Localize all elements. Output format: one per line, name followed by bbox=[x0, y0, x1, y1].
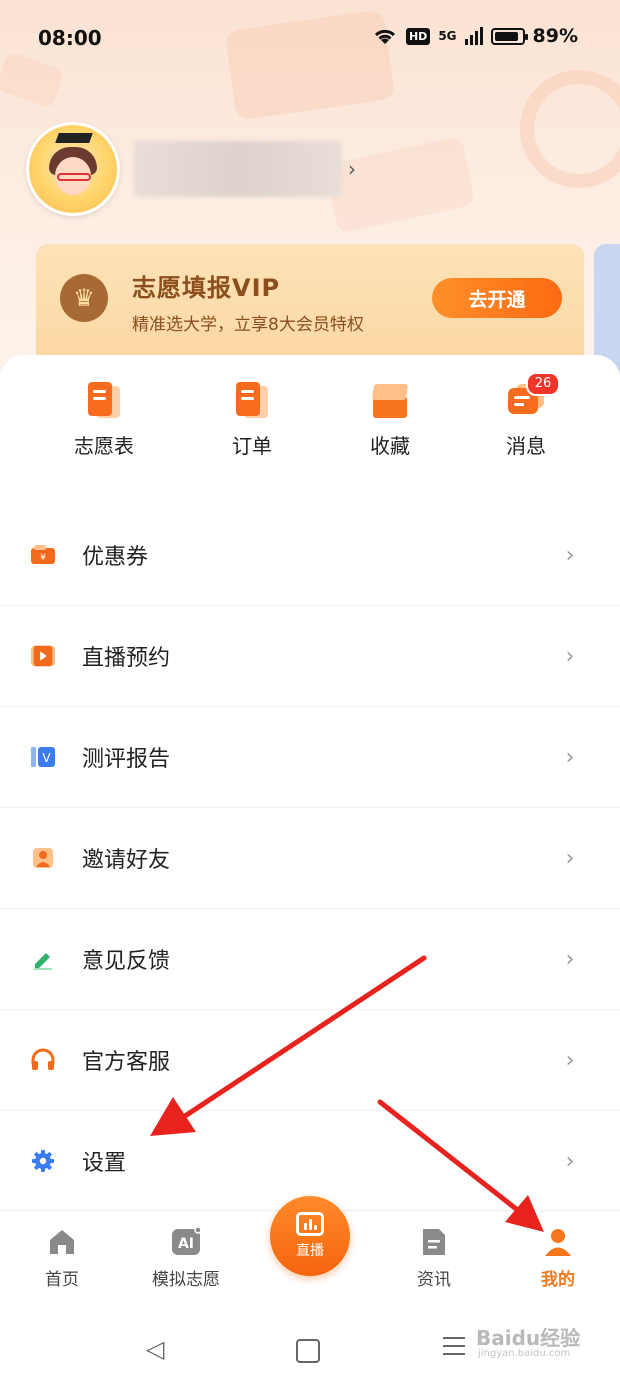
live-button[interactable]: 直播 bbox=[270, 1196, 350, 1276]
quick-action-favorites[interactable]: 收藏 bbox=[330, 380, 450, 459]
signal-5g-label: 5G bbox=[438, 29, 457, 43]
menu-item-label: 设置 bbox=[82, 1151, 127, 1176]
username-blurred bbox=[134, 141, 342, 197]
home-square-icon[interactable] bbox=[296, 1339, 320, 1363]
status-time: 08:00 bbox=[38, 26, 102, 50]
menu-item-label: 直播预约 bbox=[82, 646, 171, 671]
back-icon[interactable]: ◁ bbox=[146, 1335, 164, 1363]
menu-list: ¥ 优惠券 › 直播预约 › V 测评报告 › 邀请好友 › 意见反馈 › 官方… bbox=[0, 505, 620, 1211]
recents-menu-icon[interactable] bbox=[443, 1337, 465, 1361]
tab-label: 资讯 bbox=[417, 1270, 451, 1290]
menu-item-coupons[interactable]: ¥ 优惠券 › bbox=[0, 505, 620, 605]
avatar[interactable] bbox=[26, 122, 120, 216]
quick-action-label: 志愿表 bbox=[74, 434, 134, 458]
vip-title: 志愿填报VIP bbox=[132, 274, 281, 302]
menu-item-live-booking[interactable]: 直播预约 › bbox=[0, 605, 620, 706]
chevron-right-icon: › bbox=[565, 643, 575, 669]
pencil-icon bbox=[30, 946, 56, 972]
menu-item-customer-service[interactable]: 官方客服 › bbox=[0, 1009, 620, 1110]
profile-icon bbox=[543, 1227, 573, 1257]
ai-icon: AI bbox=[171, 1226, 202, 1257]
box-icon bbox=[370, 380, 410, 420]
chevron-right-icon: › bbox=[565, 744, 575, 770]
message-icon: 26 bbox=[506, 372, 560, 420]
quick-action-messages[interactable]: 26 消息 bbox=[466, 372, 586, 459]
chevron-right-icon: › bbox=[565, 1047, 575, 1073]
tab-label: 模拟志愿 bbox=[152, 1270, 220, 1290]
profile-header[interactable]: › bbox=[26, 122, 356, 216]
signal-icon bbox=[464, 27, 483, 45]
watermark-url: jingyan.baidu.com bbox=[478, 1348, 571, 1359]
menu-item-invite-friends[interactable]: 邀请好友 › bbox=[0, 807, 620, 908]
document-icon bbox=[84, 380, 124, 420]
tab-home[interactable]: 首页 bbox=[12, 1227, 112, 1290]
live-icon bbox=[296, 1212, 324, 1236]
wifi-icon bbox=[374, 29, 396, 44]
tab-news[interactable]: 资讯 bbox=[384, 1227, 484, 1290]
battery-icon bbox=[490, 27, 528, 45]
menu-item-label: 意见反馈 bbox=[82, 949, 171, 974]
quick-action-label: 订单 bbox=[232, 434, 272, 458]
tab-mock-application[interactable]: AI 模拟志愿 bbox=[136, 1226, 236, 1290]
chevron-right-icon: › bbox=[565, 1148, 575, 1174]
chevron-right-icon: › bbox=[565, 946, 575, 972]
menu-item-label: 优惠券 bbox=[82, 545, 149, 570]
background-decoration bbox=[520, 70, 620, 188]
menu-item-label: 官方客服 bbox=[82, 1050, 171, 1075]
watermark: Baidu经验 bbox=[476, 1326, 581, 1350]
news-icon bbox=[419, 1227, 449, 1257]
crown-icon: ♛ bbox=[60, 274, 108, 322]
tab-label: 我的 bbox=[541, 1270, 575, 1290]
vip-subtitle: 精准选大学，立享8大会员特权 bbox=[132, 315, 364, 335]
hd-badge: HD bbox=[405, 27, 431, 45]
chevron-right-icon: › bbox=[565, 845, 575, 871]
home-icon bbox=[47, 1227, 77, 1257]
report-icon: V bbox=[30, 744, 56, 770]
live-label: 直播 bbox=[296, 1243, 324, 1259]
svg-text:¥: ¥ bbox=[40, 553, 46, 563]
chevron-right-icon: › bbox=[565, 542, 575, 568]
main-panel: 志愿表 订单 收藏 26 消息 ¥ 优惠券 › 直播预约 › V 测评报告 › … bbox=[0, 355, 620, 1215]
quick-action-label: 消息 bbox=[506, 434, 546, 458]
battery-percent: 89% bbox=[532, 25, 578, 47]
gear-icon bbox=[30, 1148, 56, 1174]
coupon-icon: ¥ bbox=[30, 542, 56, 568]
person-icon bbox=[30, 845, 56, 871]
quick-action-label: 收藏 bbox=[370, 434, 410, 458]
quick-action-orders[interactable]: 订单 bbox=[192, 380, 312, 459]
order-icon bbox=[232, 380, 272, 420]
headphones-icon bbox=[30, 1047, 56, 1073]
battery-level bbox=[494, 31, 518, 41]
message-count-badge: 26 bbox=[526, 372, 560, 396]
menu-item-label: 测评报告 bbox=[82, 747, 171, 772]
svg-text:AI: AI bbox=[178, 1236, 194, 1252]
tab-label: 首页 bbox=[45, 1270, 79, 1290]
vip-activate-button[interactable]: 去开通 bbox=[432, 278, 562, 318]
menu-item-feedback[interactable]: 意见反馈 › bbox=[0, 908, 620, 1009]
menu-item-assessment-report[interactable]: V 测评报告 › bbox=[0, 706, 620, 807]
chevron-right-icon: › bbox=[348, 157, 356, 181]
svg-text:V: V bbox=[42, 751, 51, 765]
status-icons: HD 5G 89% bbox=[372, 25, 578, 47]
status-bar: 08:00 HD 5G 89% bbox=[0, 0, 620, 76]
quick-actions: 志愿表 订单 收藏 26 消息 bbox=[0, 372, 620, 470]
menu-item-label: 邀请好友 bbox=[82, 848, 171, 873]
tab-profile[interactable]: 我的 bbox=[508, 1227, 608, 1290]
quick-action-wishlist[interactable]: 志愿表 bbox=[44, 380, 164, 459]
play-icon bbox=[30, 643, 56, 669]
